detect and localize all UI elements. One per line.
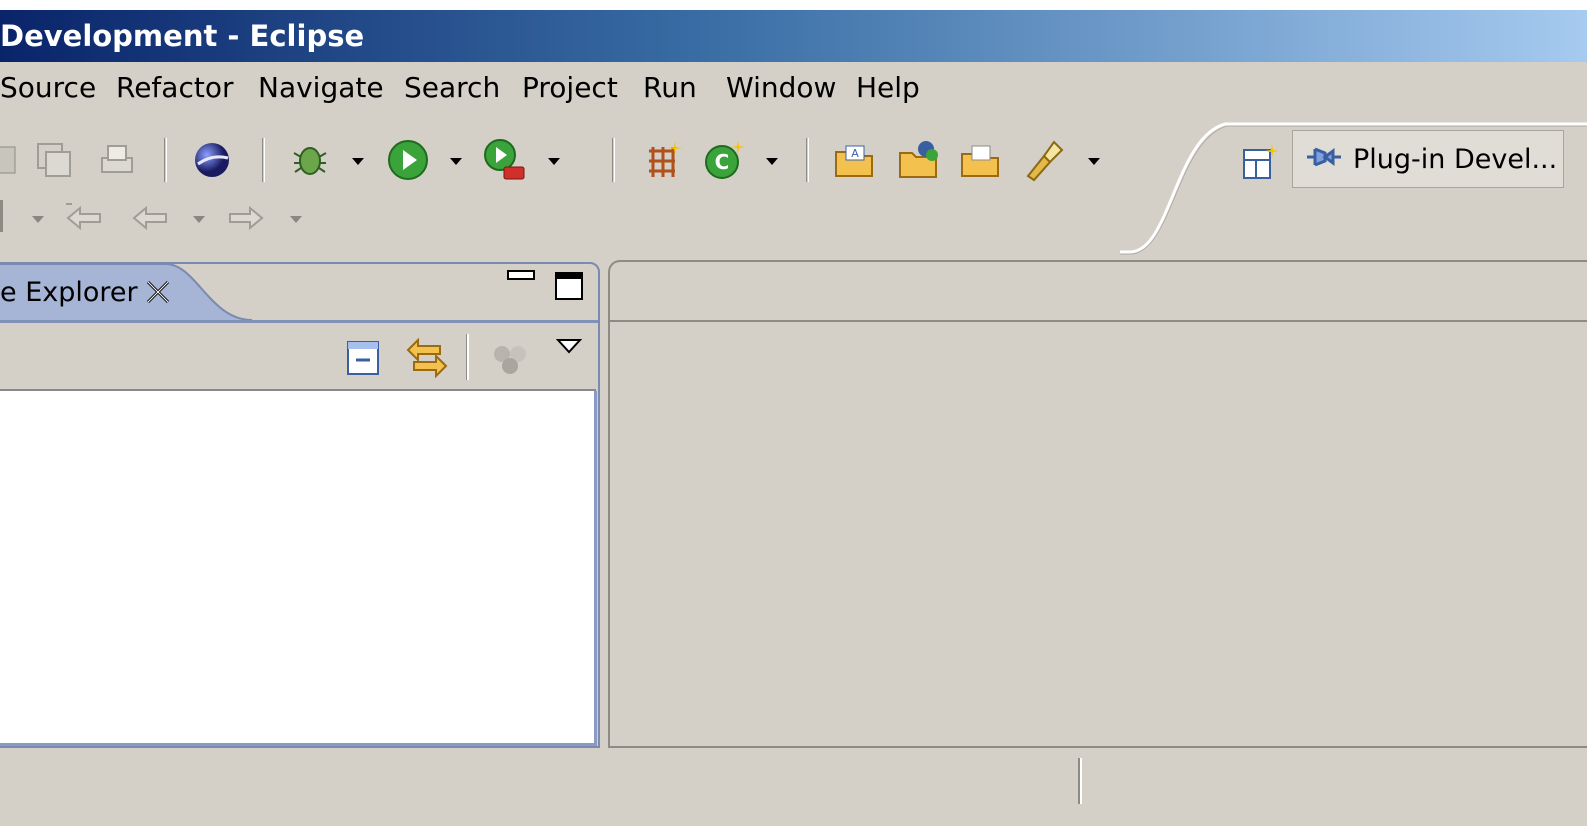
open-project-icon[interactable]: [958, 138, 1002, 182]
back-icon[interactable]: [130, 198, 170, 238]
filter-icon[interactable]: [490, 340, 530, 378]
toolbar-separator: [0, 200, 3, 232]
toolbar-separator: [806, 138, 809, 182]
back-dropdown-icon[interactable]: [193, 216, 205, 223]
run-external-dropdown-icon[interactable]: [548, 158, 560, 165]
editor-tab-line: [610, 320, 1587, 322]
run-icon[interactable]: [386, 138, 430, 182]
svg-text:C: C: [715, 150, 730, 174]
svg-text:A: A: [851, 147, 859, 160]
open-perspective-icon[interactable]: [1238, 140, 1282, 184]
debug-icon[interactable]: [288, 138, 332, 182]
link-with-editor-icon[interactable]: [404, 336, 450, 380]
forward-icon[interactable]: [226, 198, 266, 238]
search-dropdown-icon[interactable]: [1088, 158, 1100, 165]
menu-run[interactable]: Run: [643, 70, 697, 106]
collapse-all-icon[interactable]: [344, 338, 384, 378]
save-icon[interactable]: [0, 138, 24, 182]
open-type-icon[interactable]: A: [832, 138, 876, 182]
package-explorer-tree[interactable]: [0, 391, 597, 746]
menu-refactor[interactable]: Refactor: [116, 70, 233, 106]
close-icon[interactable]: [144, 278, 172, 306]
new-class-icon[interactable]: C: [702, 138, 746, 182]
toolbar-separator: [164, 138, 167, 182]
status-bar-separator: [1078, 758, 1082, 804]
menu-window[interactable]: Window: [726, 70, 836, 106]
debug-dropdown-icon[interactable]: [352, 158, 364, 165]
editor-area[interactable]: [608, 260, 1587, 748]
menu-search[interactable]: Search: [404, 70, 500, 106]
maximize-view-icon[interactable]: [555, 272, 583, 300]
web-browser-icon[interactable]: [190, 138, 234, 182]
run-dropdown-icon[interactable]: [450, 158, 462, 165]
save-all-icon[interactable]: [32, 138, 76, 182]
forward-dropdown-icon[interactable]: [290, 216, 302, 223]
perspective-plugin-development-button[interactable]: Plug-in Devel...: [1292, 130, 1564, 188]
view-menu-icon[interactable]: [555, 338, 583, 356]
new-plugin-project-icon[interactable]: [640, 138, 684, 182]
minimize-view-icon[interactable]: [507, 270, 535, 286]
toolbar-separator: [612, 138, 615, 182]
open-resource-icon[interactable]: [896, 138, 940, 182]
view-toolbar-separator: [466, 334, 469, 380]
menu-navigate[interactable]: Navigate: [258, 70, 384, 106]
menu-source[interactable]: Source: [0, 70, 96, 106]
window-title: Development - Eclipse: [0, 19, 365, 53]
view-tab-label: e Explorer: [0, 277, 138, 308]
print-icon[interactable]: [94, 138, 138, 182]
toolbar-separator: [262, 138, 265, 182]
last-edit-icon[interactable]: [64, 198, 104, 238]
perspective-label: Plug-in Devel...: [1353, 143, 1558, 175]
search-flashlight-icon[interactable]: [1022, 138, 1066, 182]
new-dropdown-icon[interactable]: [766, 158, 778, 165]
annotation-dropdown-icon[interactable]: [32, 216, 44, 223]
menu-help[interactable]: Help: [856, 70, 920, 106]
window-bottom-edge: [0, 826, 1587, 836]
menu-project[interactable]: Project: [522, 70, 618, 106]
run-external-icon[interactable]: [482, 138, 526, 182]
plugin-perspective-icon: [1303, 139, 1343, 179]
